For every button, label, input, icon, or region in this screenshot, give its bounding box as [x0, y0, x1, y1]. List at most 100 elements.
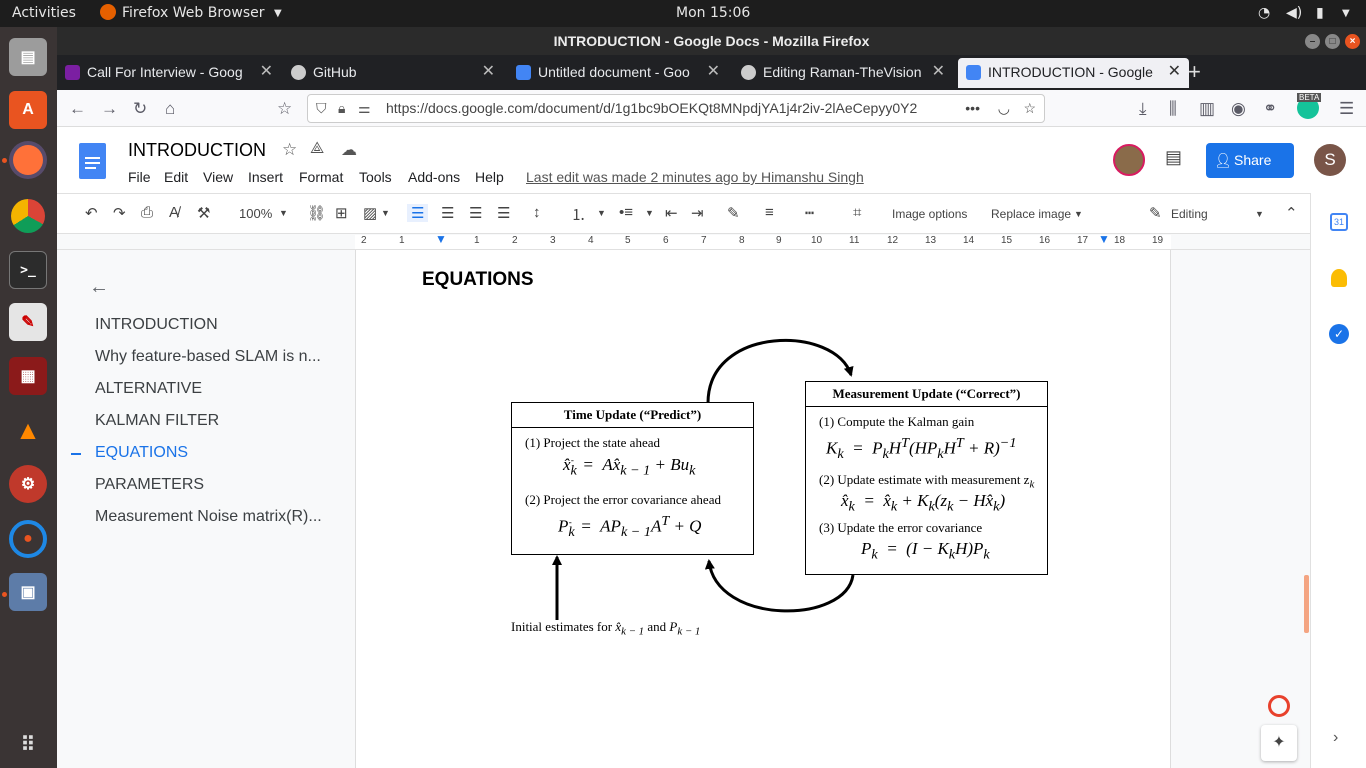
crop-icon[interactable]: ⌗: [853, 204, 861, 221]
forward-icon[interactable]: →: [101, 99, 118, 119]
star-icon[interactable]: ☆: [1023, 95, 1036, 122]
text-editor-icon[interactable]: ✎: [9, 303, 47, 341]
tab-untitled-document[interactable]: Untitled document - Goo ✕: [508, 58, 728, 88]
app-menu[interactable]: Firefox Web Browser: [122, 5, 265, 21]
outline-item-introduction[interactable]: INTRODUCTION: [95, 316, 218, 334]
border-dash-icon[interactable]: ┅: [805, 204, 814, 222]
right-indent-marker[interactable]: ▼: [1098, 232, 1110, 246]
mode-chevron-icon[interactable]: ▼: [1255, 209, 1264, 219]
outline-item-equations[interactable]: EQUATIONS: [95, 444, 188, 462]
justify-icon[interactable]: ☰: [497, 204, 510, 222]
volume-icon[interactable]: ◀): [1286, 5, 1302, 21]
hamburger-menu-icon[interactable]: ☰: [1339, 99, 1354, 119]
pocket-icon[interactable]: ◡: [997, 95, 1010, 122]
show-apps-grid-icon[interactable]: ⠿: [9, 725, 47, 763]
settings-gear-icon[interactable]: ⚙: [9, 465, 47, 503]
url-bar[interactable]: ⛉ 🔒︎ ⚌ https://docs.google.com/document/…: [307, 94, 1045, 123]
menu-addons[interactable]: Add-ons: [408, 169, 460, 185]
menu-help[interactable]: Help: [475, 169, 504, 185]
outline-item-why-feature-based[interactable]: Why feature-based SLAM is n...: [95, 348, 321, 366]
docs-logo-icon[interactable]: [79, 143, 106, 179]
kalman-filter-diagram[interactable]: Time Update (“Predict”) (1) Project the …: [506, 335, 1056, 640]
close-tab-icon[interactable]: ✕: [932, 58, 945, 86]
library-icon[interactable]: ⫼: [1169, 99, 1177, 119]
last-edit-link[interactable]: Last edit was made 2 minutes ago by Hima…: [526, 169, 864, 185]
link-icon[interactable]: ⛓: [307, 204, 326, 222]
minimize-button[interactable]: –: [1305, 34, 1320, 49]
tab-editing-raman[interactable]: Editing Raman-TheVision ✕: [733, 58, 953, 88]
permissions-icon[interactable]: ⚌: [358, 95, 371, 122]
keep-icon[interactable]: [1331, 269, 1347, 287]
increase-indent-icon[interactable]: ⇥: [691, 204, 704, 222]
zoom-chevron-icon[interactable]: ▼: [279, 208, 288, 218]
replace-image-button[interactable]: Replace image: [991, 207, 1071, 221]
replace-image-chevron-icon[interactable]: ▼: [1074, 209, 1083, 219]
zoom-select[interactable]: 100%: [239, 206, 272, 221]
undo-icon[interactable]: ↶: [85, 204, 98, 222]
tasks-icon[interactable]: ✓: [1329, 324, 1349, 344]
bulleted-list-chevron-icon[interactable]: ▼: [645, 208, 654, 218]
close-outline-back-icon[interactable]: ←: [89, 276, 109, 299]
software-center-icon[interactable]: A: [9, 91, 47, 129]
new-tab-button[interactable]: +: [1188, 59, 1201, 85]
account-avatar[interactable]: S: [1314, 144, 1346, 176]
clock[interactable]: Mon 15:06: [676, 5, 750, 21]
media-app-icon[interactable]: ▦: [9, 357, 47, 395]
print-icon[interactable]: ⎙: [141, 204, 153, 221]
redo-icon[interactable]: ↷: [113, 204, 126, 222]
terminal-icon[interactable]: >_: [9, 251, 47, 289]
border-weight-icon[interactable]: ≡: [765, 204, 774, 221]
tab-github[interactable]: GitHub ✕: [283, 58, 503, 88]
editing-mode-select[interactable]: Editing: [1171, 207, 1208, 221]
numbered-list-icon[interactable]: ⒈: [571, 204, 586, 225]
menu-insert[interactable]: Insert: [248, 169, 283, 185]
menu-file[interactable]: File: [128, 169, 151, 185]
reload-icon[interactable]: ↻: [133, 99, 147, 119]
close-tab-icon[interactable]: ✕: [260, 58, 273, 86]
shield-icon[interactable]: ⛉: [316, 95, 327, 122]
explore-button[interactable]: ✦: [1261, 725, 1297, 761]
battery-icon[interactable]: ▮: [1316, 5, 1324, 21]
numbered-list-chevron-icon[interactable]: ▼: [597, 208, 606, 218]
doc-title[interactable]: INTRODUCTION: [128, 140, 266, 161]
assistant-icon[interactable]: [1268, 695, 1290, 717]
tab-introduction[interactable]: INTRODUCTION - Google ✕: [958, 58, 1189, 88]
system-menu-chevron-icon[interactable]: ▼: [1342, 8, 1350, 19]
home-icon[interactable]: ⌂: [165, 99, 175, 119]
star-doc-icon[interactable]: ☆: [282, 140, 297, 160]
expand-panel-chevron-icon[interactable]: ›: [1333, 729, 1338, 747]
comments-icon[interactable]: ▤: [1165, 147, 1182, 168]
bookmark-page-icon[interactable]: ☆: [277, 99, 292, 119]
close-tab-icon[interactable]: ✕: [707, 58, 720, 86]
menu-view[interactable]: View: [203, 169, 233, 185]
sync-icon[interactable]: ●: [9, 520, 47, 558]
collaborator-avatar[interactable]: [1113, 144, 1145, 176]
menu-tools[interactable]: Tools: [359, 169, 392, 185]
align-center-icon[interactable]: ☰: [441, 204, 454, 222]
downloads-icon[interactable]: ⤓: [1139, 99, 1147, 119]
bulleted-list-icon[interactable]: •≡: [619, 204, 633, 221]
maximize-button[interactable]: □: [1325, 34, 1340, 49]
account-icon[interactable]: ◉: [1231, 99, 1246, 119]
document-page[interactable]: EQUATIONS Time Update (“Predict”) (1) Pr…: [355, 250, 1171, 768]
vlc-icon[interactable]: ▲: [9, 411, 47, 449]
decrease-indent-icon[interactable]: ⇤: [665, 204, 678, 222]
files-icon[interactable]: ▤: [9, 38, 47, 76]
menu-edit[interactable]: Edit: [164, 169, 188, 185]
align-left-icon[interactable]: ☰: [407, 204, 429, 222]
spellcheck-icon[interactable]: A̸: [169, 204, 179, 221]
line-spacing-icon[interactable]: ↕: [533, 204, 541, 221]
image-viewer-icon[interactable]: ▣: [9, 573, 47, 611]
page-actions-icon[interactable]: •••: [961, 95, 980, 122]
close-tab-icon[interactable]: ✕: [1168, 58, 1181, 86]
collapse-menus-icon[interactable]: ⌃: [1285, 204, 1298, 222]
outline-item-alternative[interactable]: ALTERNATIVE: [95, 380, 202, 398]
lock-icon[interactable]: 🔒︎: [338, 95, 345, 122]
image-options-button[interactable]: Image options: [892, 207, 967, 221]
activities-button[interactable]: Activities: [12, 5, 76, 21]
close-tab-icon[interactable]: ✕: [482, 58, 495, 86]
ruler[interactable]: 2 1 ▼ 1 2 3 4 5 6 7 8 9 10 11 12 13 14 1…: [57, 232, 1310, 250]
add-comment-icon[interactable]: ⊞: [335, 204, 348, 222]
wifi-icon[interactable]: ◔: [1258, 5, 1270, 21]
url-text[interactable]: https://docs.google.com/document/d/1g1bc…: [386, 100, 917, 116]
